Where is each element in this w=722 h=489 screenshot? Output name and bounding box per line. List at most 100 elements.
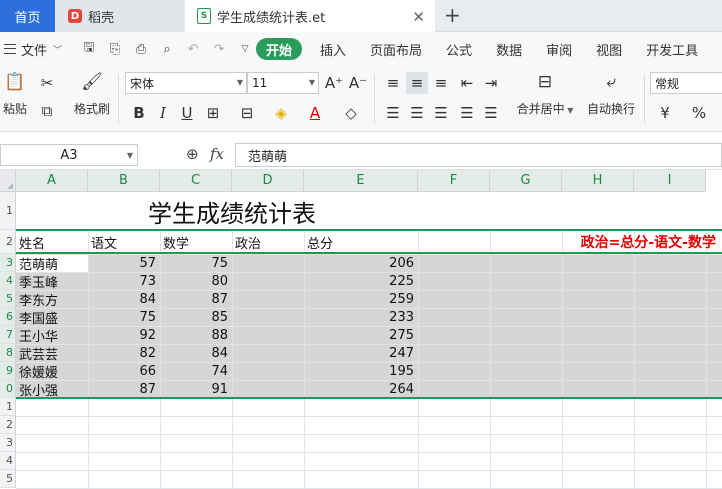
paste-button[interactable]: 📋 粘贴 [0, 72, 30, 117]
tab-developer[interactable]: 开发工具 [634, 38, 710, 60]
score-cell[interactable]: 82 [88, 344, 160, 362]
align-center-icon[interactable]: ☰ [406, 102, 428, 124]
score-cell[interactable]: 66 [88, 362, 160, 380]
copy-icon[interactable]: ⧉ [36, 100, 58, 122]
merge-center-button[interactable]: ⊟ 合并居中 ▼ [512, 72, 578, 117]
tab-insert[interactable]: 插入 [308, 38, 358, 60]
decrease-indent-icon[interactable]: ⇤ [456, 72, 478, 94]
score-cell[interactable] [232, 344, 304, 362]
tab-view[interactable]: 视图 [584, 38, 634, 60]
format-painter-button[interactable]: 🖌 格式刷 [70, 72, 114, 117]
score-cell[interactable]: 84 [160, 344, 232, 362]
score-cell[interactable]: 275 [304, 326, 418, 344]
zoom-icon[interactable]: ⊕ [186, 145, 199, 163]
print-icon[interactable]: ⎙ [128, 38, 154, 60]
tab-spreadsheet-file[interactable]: S 学生成绩统计表.et ✕ [185, 0, 435, 32]
tab-formulas[interactable]: 公式 [434, 38, 484, 60]
font-size-select[interactable]: 11 ▼ [247, 72, 319, 94]
function-icon[interactable]: fx [210, 145, 224, 163]
column-header-b[interactable]: B [88, 170, 160, 192]
tab-page-layout[interactable]: 页面布局 [358, 38, 434, 60]
tab-member[interactable]: 会 [710, 38, 722, 60]
column-header-h[interactable]: H [562, 170, 634, 192]
header-cell[interactable]: 总分 [304, 230, 418, 254]
row-header[interactable]: 6 [0, 308, 16, 326]
score-cell[interactable]: 88 [160, 326, 232, 344]
print-preview-icon[interactable]: ⌕ [154, 38, 180, 60]
redo-icon[interactable]: ↷ [206, 38, 232, 60]
row-header[interactable]: 3 [0, 434, 16, 452]
close-tab-icon[interactable]: ✕ [412, 8, 425, 26]
tab-review[interactable]: 审阅 [534, 38, 584, 60]
score-cell[interactable]: 73 [88, 272, 160, 290]
column-header-i[interactable]: I [634, 170, 706, 192]
score-cell[interactable]: 225 [304, 272, 418, 290]
column-header-g[interactable]: G [490, 170, 562, 192]
score-cell[interactable] [232, 272, 304, 290]
header-cell[interactable]: 数学 [160, 230, 232, 254]
score-cell[interactable]: 92 [88, 326, 160, 344]
currency-button[interactable]: ¥ [654, 102, 676, 124]
row-header[interactable]: 2 [0, 230, 16, 254]
score-cell[interactable]: 259 [304, 290, 418, 308]
save-icon[interactable]: 🖫 [76, 38, 102, 60]
score-cell[interactable] [232, 380, 304, 398]
score-cell[interactable]: 57 [88, 254, 160, 272]
formula-input[interactable]: 范萌萌 [235, 143, 722, 167]
student-name-cell[interactable]: 张小强 [16, 380, 88, 399]
row-header[interactable]: 4 [0, 272, 16, 290]
distributed-align-icon[interactable]: ☰ [480, 102, 502, 124]
header-cell[interactable]: 语文 [88, 230, 160, 254]
customize-toolbar-icon[interactable]: ▽ [232, 38, 258, 60]
student-name-cell[interactable]: 王小华 [16, 326, 88, 345]
name-box[interactable]: A3 ▼ [0, 144, 138, 166]
undo-icon[interactable]: ↶ [180, 38, 206, 60]
file-menu-button[interactable]: 文件 ﹀ [0, 40, 62, 59]
student-name-cell[interactable]: 武芸芸 [16, 344, 88, 363]
new-tab-button[interactable]: + [444, 3, 461, 27]
tab-data[interactable]: 数据 [484, 38, 534, 60]
score-cell[interactable]: 80 [160, 272, 232, 290]
align-middle-icon[interactable]: ≡ [406, 72, 428, 94]
number-format-select[interactable]: 常规 [650, 72, 722, 94]
justify-icon[interactable]: ☰ [456, 102, 478, 124]
row-header[interactable]: 2 [0, 416, 16, 434]
underline-button[interactable]: U [176, 102, 198, 124]
font-color-icon[interactable]: A [304, 102, 326, 124]
increase-font-icon[interactable]: A⁺ [323, 72, 345, 94]
percent-button[interactable]: % [688, 102, 710, 124]
score-cell[interactable] [232, 254, 304, 272]
score-cell[interactable]: 87 [88, 380, 160, 398]
score-cell[interactable]: 84 [88, 290, 160, 308]
row-header[interactable]: 7 [0, 326, 16, 344]
score-cell[interactable] [232, 326, 304, 344]
decrease-font-icon[interactable]: A⁻ [347, 72, 369, 94]
score-cell[interactable]: 75 [160, 254, 232, 272]
student-name-cell[interactable]: 季玉峰 [16, 272, 88, 291]
column-header-e[interactable]: E [304, 170, 418, 192]
score-cell[interactable]: 247 [304, 344, 418, 362]
score-cell[interactable]: 87 [160, 290, 232, 308]
align-bottom-icon[interactable]: ≡ [430, 72, 452, 94]
student-name-cell[interactable]: 范萌萌 [16, 254, 88, 273]
font-name-select[interactable]: 宋体 ▼ [125, 72, 247, 94]
align-top-icon[interactable]: ≡ [382, 72, 404, 94]
row-header[interactable]: 1 [0, 398, 16, 416]
row-header[interactable]: 4 [0, 452, 16, 470]
row-header[interactable]: 9 [0, 362, 16, 380]
score-cell[interactable]: 233 [304, 308, 418, 326]
score-cell[interactable]: 85 [160, 308, 232, 326]
score-cell[interactable]: 195 [304, 362, 418, 380]
score-cell[interactable]: 264 [304, 380, 418, 398]
header-cell[interactable]: 姓名 [16, 230, 88, 254]
tab-docer[interactable]: D 稻壳 [56, 0, 184, 32]
align-right-icon[interactable]: ☰ [430, 102, 452, 124]
fill-color-icon[interactable]: ◈ [270, 102, 292, 124]
formula-note[interactable]: 政治=总分-语文-数学 [490, 230, 716, 254]
score-cell[interactable]: 91 [160, 380, 232, 398]
student-name-cell[interactable]: 李东方 [16, 290, 88, 309]
wrap-text-button[interactable]: ⤶ 自动换行 [584, 72, 638, 117]
column-header-a[interactable]: A [16, 170, 88, 192]
italic-button[interactable]: I [152, 102, 174, 124]
score-cell[interactable] [232, 308, 304, 326]
